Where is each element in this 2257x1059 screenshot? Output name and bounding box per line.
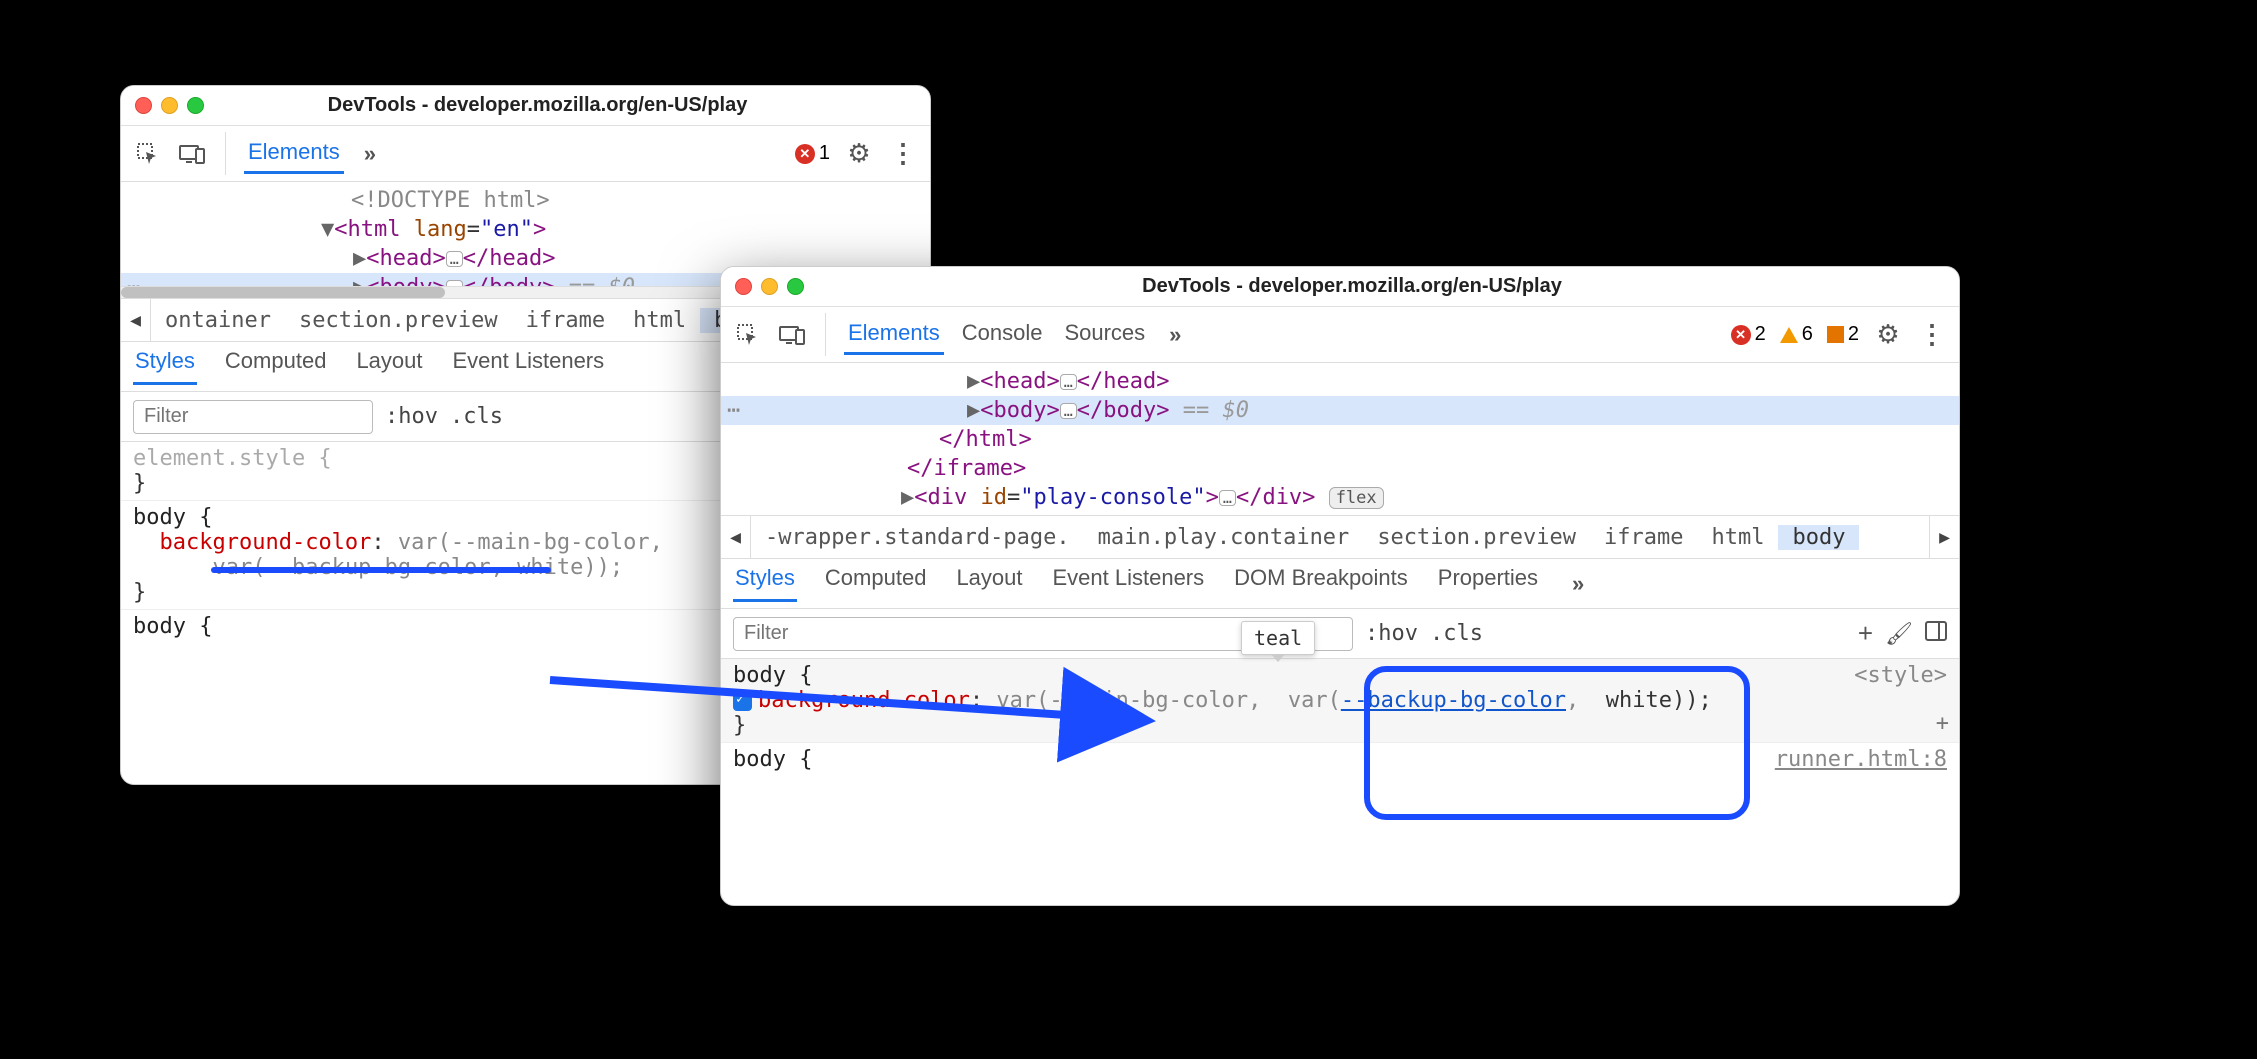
breadcrumb-item[interactable]: iframe <box>512 308 619 333</box>
tab-elements[interactable]: Elements <box>844 314 944 355</box>
tab-sources[interactable]: Sources <box>1060 314 1149 355</box>
breadcrumb-item[interactable]: section.preview <box>285 308 512 333</box>
styles-rules: <style> body { background-color: var(--m… <box>721 659 1959 776</box>
tab-computed[interactable]: Computed <box>223 348 329 385</box>
cls-toggle[interactable]: .cls <box>1430 621 1483 646</box>
error-badge[interactable]: ✕2 <box>1731 323 1766 346</box>
tab-elements[interactable]: Elements <box>244 133 344 174</box>
titlebar: DevTools - developer.mozilla.org/en-US/p… <box>121 86 930 126</box>
device-toggle-icon[interactable] <box>777 320 807 350</box>
breadcrumb-scroll-left[interactable]: ◀ <box>121 299 151 341</box>
tab-layout[interactable]: Layout <box>354 348 424 385</box>
inspect-icon[interactable] <box>733 320 763 350</box>
divider <box>825 313 826 356</box>
breadcrumb-item[interactable]: -wrapper.standard-page. <box>751 525 1084 550</box>
error-badge[interactable]: ✕1 <box>795 142 830 165</box>
breadcrumb-item[interactable]: iframe <box>1590 525 1697 550</box>
tab-layout[interactable]: Layout <box>954 565 1024 602</box>
tab-dom-breakpoints[interactable]: DOM Breakpoints <box>1232 565 1410 602</box>
tab-event-listeners[interactable]: Event Listeners <box>1051 565 1207 602</box>
breadcrumb-item[interactable]: section.preview <box>1363 525 1590 550</box>
hov-toggle[interactable]: :hov <box>385 404 438 429</box>
breadcrumb-item[interactable]: html <box>1697 525 1778 550</box>
window-title: DevTools - developer.mozilla.org/en-US/p… <box>759 275 1945 298</box>
inspect-icon[interactable] <box>133 139 163 169</box>
rule-body-bg[interactable]: <style> body { background-color: var(--m… <box>721 659 1959 743</box>
window-title: DevTools - developer.mozilla.org/en-US/p… <box>159 94 916 117</box>
tab-overflow[interactable]: » <box>358 141 382 167</box>
warning-badge[interactable]: 6 <box>1780 323 1813 346</box>
tab-computed[interactable]: Computed <box>823 565 929 602</box>
titlebar: DevTools - developer.mozilla.org/en-US/p… <box>721 267 1959 307</box>
breadcrumb: ◀ -wrapper.standard-page. main.play.cont… <box>721 515 1959 559</box>
tooltip: teal <box>1241 621 1315 655</box>
warning-icon <box>1780 327 1798 343</box>
add-property-icon[interactable]: + <box>1936 711 1949 736</box>
tab-overflow[interactable]: » <box>1163 322 1187 348</box>
panel-toggle-icon[interactable] <box>1925 621 1947 647</box>
annotation-box <box>1364 666 1750 820</box>
tab-overflow[interactable]: » <box>1566 571 1590 597</box>
annotation-underline <box>211 567 551 573</box>
divider <box>225 132 226 175</box>
breadcrumb-item[interactable]: main.play.container <box>1084 525 1364 550</box>
kebab-icon[interactable] <box>888 139 918 169</box>
device-toggle-icon[interactable] <box>177 139 207 169</box>
brush-icon[interactable] <box>1885 621 1913 647</box>
gear-icon[interactable] <box>1873 320 1903 350</box>
tab-properties[interactable]: Properties <box>1436 565 1540 602</box>
rule-source[interactable]: <style> <box>1854 663 1947 688</box>
kebab-icon[interactable] <box>1917 320 1947 350</box>
tab-styles[interactable]: Styles <box>133 348 197 385</box>
tab-console[interactable]: Console <box>958 314 1047 355</box>
toolbar: Elements Console Sources » ✕2 6 2 <box>721 307 1959 363</box>
tab-styles[interactable]: Styles <box>733 565 797 602</box>
tab-event-listeners[interactable]: Event Listeners <box>451 348 607 385</box>
close-dot[interactable] <box>135 97 152 114</box>
new-rule-icon[interactable] <box>1858 618 1873 649</box>
toolbar: Elements » ✕1 <box>121 126 930 182</box>
breadcrumb-item[interactable]: ontainer <box>151 308 285 333</box>
breadcrumb-item[interactable]: html <box>619 308 700 333</box>
info-icon <box>1827 326 1844 343</box>
rule-source-link[interactable]: runner.html:8 <box>1775 747 1947 772</box>
gear-icon[interactable] <box>844 139 874 169</box>
filter-input[interactable] <box>133 400 373 434</box>
breadcrumb-scroll-right[interactable]: ▶ <box>1929 516 1959 558</box>
dom-tree[interactable]: ▶<head>…</head> ⋯▶<body>…</body> == $0 <… <box>721 363 1959 515</box>
styles-tabs: Styles Computed Layout Event Listeners D… <box>721 559 1959 609</box>
breadcrumb-item-selected[interactable]: body <box>1778 525 1859 550</box>
devtools-window-right: DevTools - developer.mozilla.org/en-US/p… <box>720 266 1960 906</box>
prop-checkbox[interactable] <box>733 692 752 711</box>
flex-badge[interactable]: flex <box>1329 487 1384 509</box>
styles-filter-bar: :hov .cls <box>721 609 1959 659</box>
cls-toggle[interactable]: .cls <box>450 404 503 429</box>
close-dot[interactable] <box>735 278 752 295</box>
rule-body-2[interactable]: runner.html:8 body { <box>721 743 1959 776</box>
info-badge[interactable]: 2 <box>1827 323 1859 346</box>
breadcrumb-scroll-left[interactable]: ◀ <box>721 516 751 558</box>
hov-toggle[interactable]: :hov <box>1365 621 1418 646</box>
